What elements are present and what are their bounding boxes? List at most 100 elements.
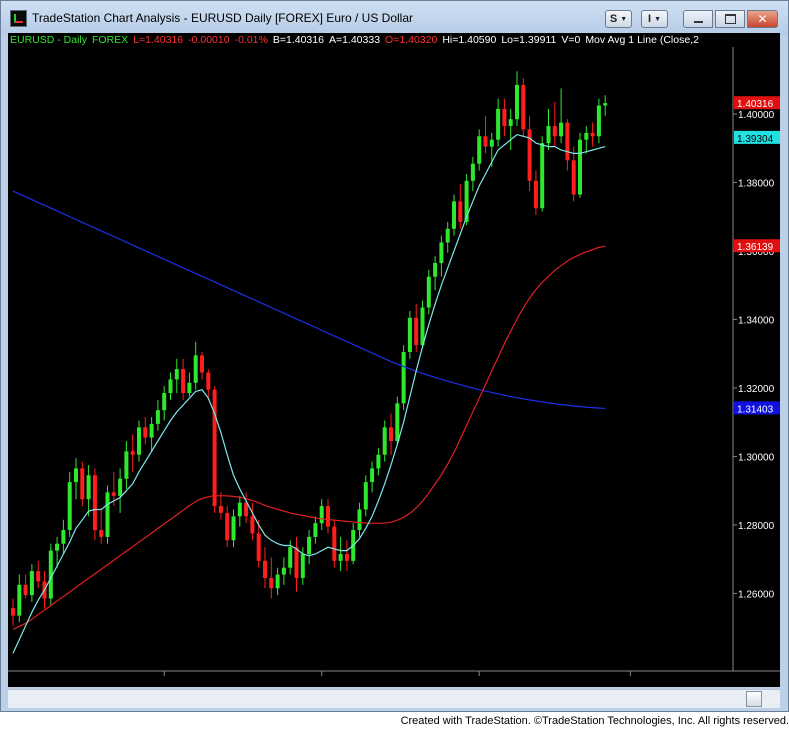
s-button-label: S: [609, 13, 618, 25]
title-bar[interactable]: TradeStation Chart Analysis - EURUSD Dai…: [1, 1, 788, 35]
candle-down: [99, 530, 104, 537]
candle-down: [200, 355, 204, 373]
y-tick-label: 1.26000: [738, 589, 775, 600]
candle-down: [502, 108, 507, 127]
candle-down: [483, 136, 488, 147]
candle-up: [439, 242, 444, 263]
candle-up: [515, 84, 519, 120]
chart-window: TradeStation Chart Analysis - EURUSD Dai…: [0, 0, 789, 712]
minimize-button[interactable]: [683, 10, 713, 28]
candle-down: [11, 608, 15, 616]
y-tick-label: 1.32000: [738, 384, 775, 395]
i-dropdown-button[interactable]: I ▼: [641, 10, 668, 28]
candle-down: [590, 132, 595, 137]
x-tick-label: Nov: [621, 679, 639, 687]
candle-up: [426, 276, 431, 308]
candle-up: [307, 536, 312, 555]
candle-up: [420, 307, 425, 346]
percent-change: -0.01%: [234, 34, 268, 46]
candle-down: [552, 126, 557, 137]
candle-down: [256, 533, 261, 561]
chevron-down-icon: ▼: [654, 15, 661, 23]
candle-down: [294, 547, 299, 578]
scrollbar-thumb[interactable]: [746, 691, 762, 707]
candle-up: [174, 369, 179, 380]
volume: V=0: [561, 34, 581, 46]
s-dropdown-button[interactable]: S ▼: [605, 10, 632, 28]
candle-down: [130, 451, 135, 455]
candle-up: [118, 478, 123, 496]
candle-down: [80, 468, 85, 500]
candle-up: [477, 136, 482, 164]
candle-up: [300, 554, 305, 578]
symbol-label: EURUSD - Daily: [10, 34, 88, 46]
x-tick-label: Sep: [313, 679, 331, 687]
last-price: L=1.40316: [133, 34, 184, 46]
candle-down: [344, 554, 349, 561]
candle-up: [187, 382, 192, 394]
candle-down: [521, 84, 526, 130]
candle-up: [124, 451, 129, 479]
candle-down: [263, 560, 267, 578]
horizontal-scrollbar[interactable]: [8, 689, 780, 708]
candle-up: [401, 352, 406, 404]
candle-up: [86, 475, 91, 500]
candle-down: [218, 506, 223, 513]
close-button[interactable]: ✕: [747, 10, 778, 28]
y-tick-label: 1.30000: [738, 452, 775, 463]
candle-up: [67, 482, 72, 531]
candle-down: [212, 389, 217, 507]
y-tick-label: 1.38000: [738, 179, 775, 190]
low-price: Lo=1.39911: [501, 34, 557, 46]
tradestation-chart-icon: [10, 10, 27, 27]
open-price: O=1.40320: [385, 34, 438, 46]
candle-up: [281, 567, 286, 575]
chart-area[interactable]: 1.40000 1.38000 1.36000 1.34000 1.32000 1.300…: [8, 33, 780, 687]
candle-up: [231, 516, 236, 541]
chevron-down-icon: ▼: [620, 15, 628, 23]
candle-up: [596, 105, 601, 137]
candle-down: [92, 475, 97, 531]
candle-up: [376, 454, 381, 469]
candle-up: [162, 393, 167, 411]
candle-up: [137, 427, 141, 455]
info-bar: EURUSD - Daily FOREX L=1.40316 -0.00010 …: [10, 34, 704, 48]
net-change: -0.00010: [188, 34, 230, 46]
candle-up: [407, 317, 412, 352]
candle-up: [445, 228, 450, 243]
ask-price: A=1.40333: [328, 34, 381, 46]
price-label-text: 1.40316: [737, 99, 774, 110]
x-tick-label: Oct: [470, 679, 486, 687]
candle-up: [382, 427, 387, 455]
candle-up: [193, 355, 198, 383]
candle-down: [458, 201, 463, 222]
candle-down: [565, 122, 570, 161]
candle-up: [508, 119, 513, 127]
candle-down: [389, 427, 393, 442]
candle-up: [338, 554, 343, 561]
maximize-icon: [724, 14, 736, 24]
chart-background: [8, 33, 780, 687]
candle-down: [269, 577, 274, 589]
candle-down: [111, 492, 116, 496]
candle-up: [275, 574, 280, 589]
close-icon: ✕: [757, 12, 768, 26]
candle-up: [470, 163, 475, 181]
candle-up: [489, 139, 494, 147]
i-button-label: I: [648, 13, 652, 25]
maximize-button[interactable]: [715, 10, 745, 28]
candle-up: [370, 468, 375, 483]
candle-up: [496, 108, 501, 140]
price-chart[interactable]: 1.400001.380001.360001.340001.320001.300…: [8, 33, 780, 687]
candle-up: [149, 423, 154, 438]
candle-up: [319, 506, 324, 524]
candle-down: [181, 369, 186, 394]
candle-down: [23, 584, 28, 596]
candle-up: [584, 132, 589, 140]
study-label: Mov Avg 1 Line (Close,2: [585, 34, 699, 46]
candle-up: [61, 530, 66, 544]
candle-up: [433, 262, 438, 277]
y-tick-label: 1.28000: [738, 521, 775, 532]
candle-down: [332, 526, 337, 561]
candle-up: [546, 126, 551, 144]
